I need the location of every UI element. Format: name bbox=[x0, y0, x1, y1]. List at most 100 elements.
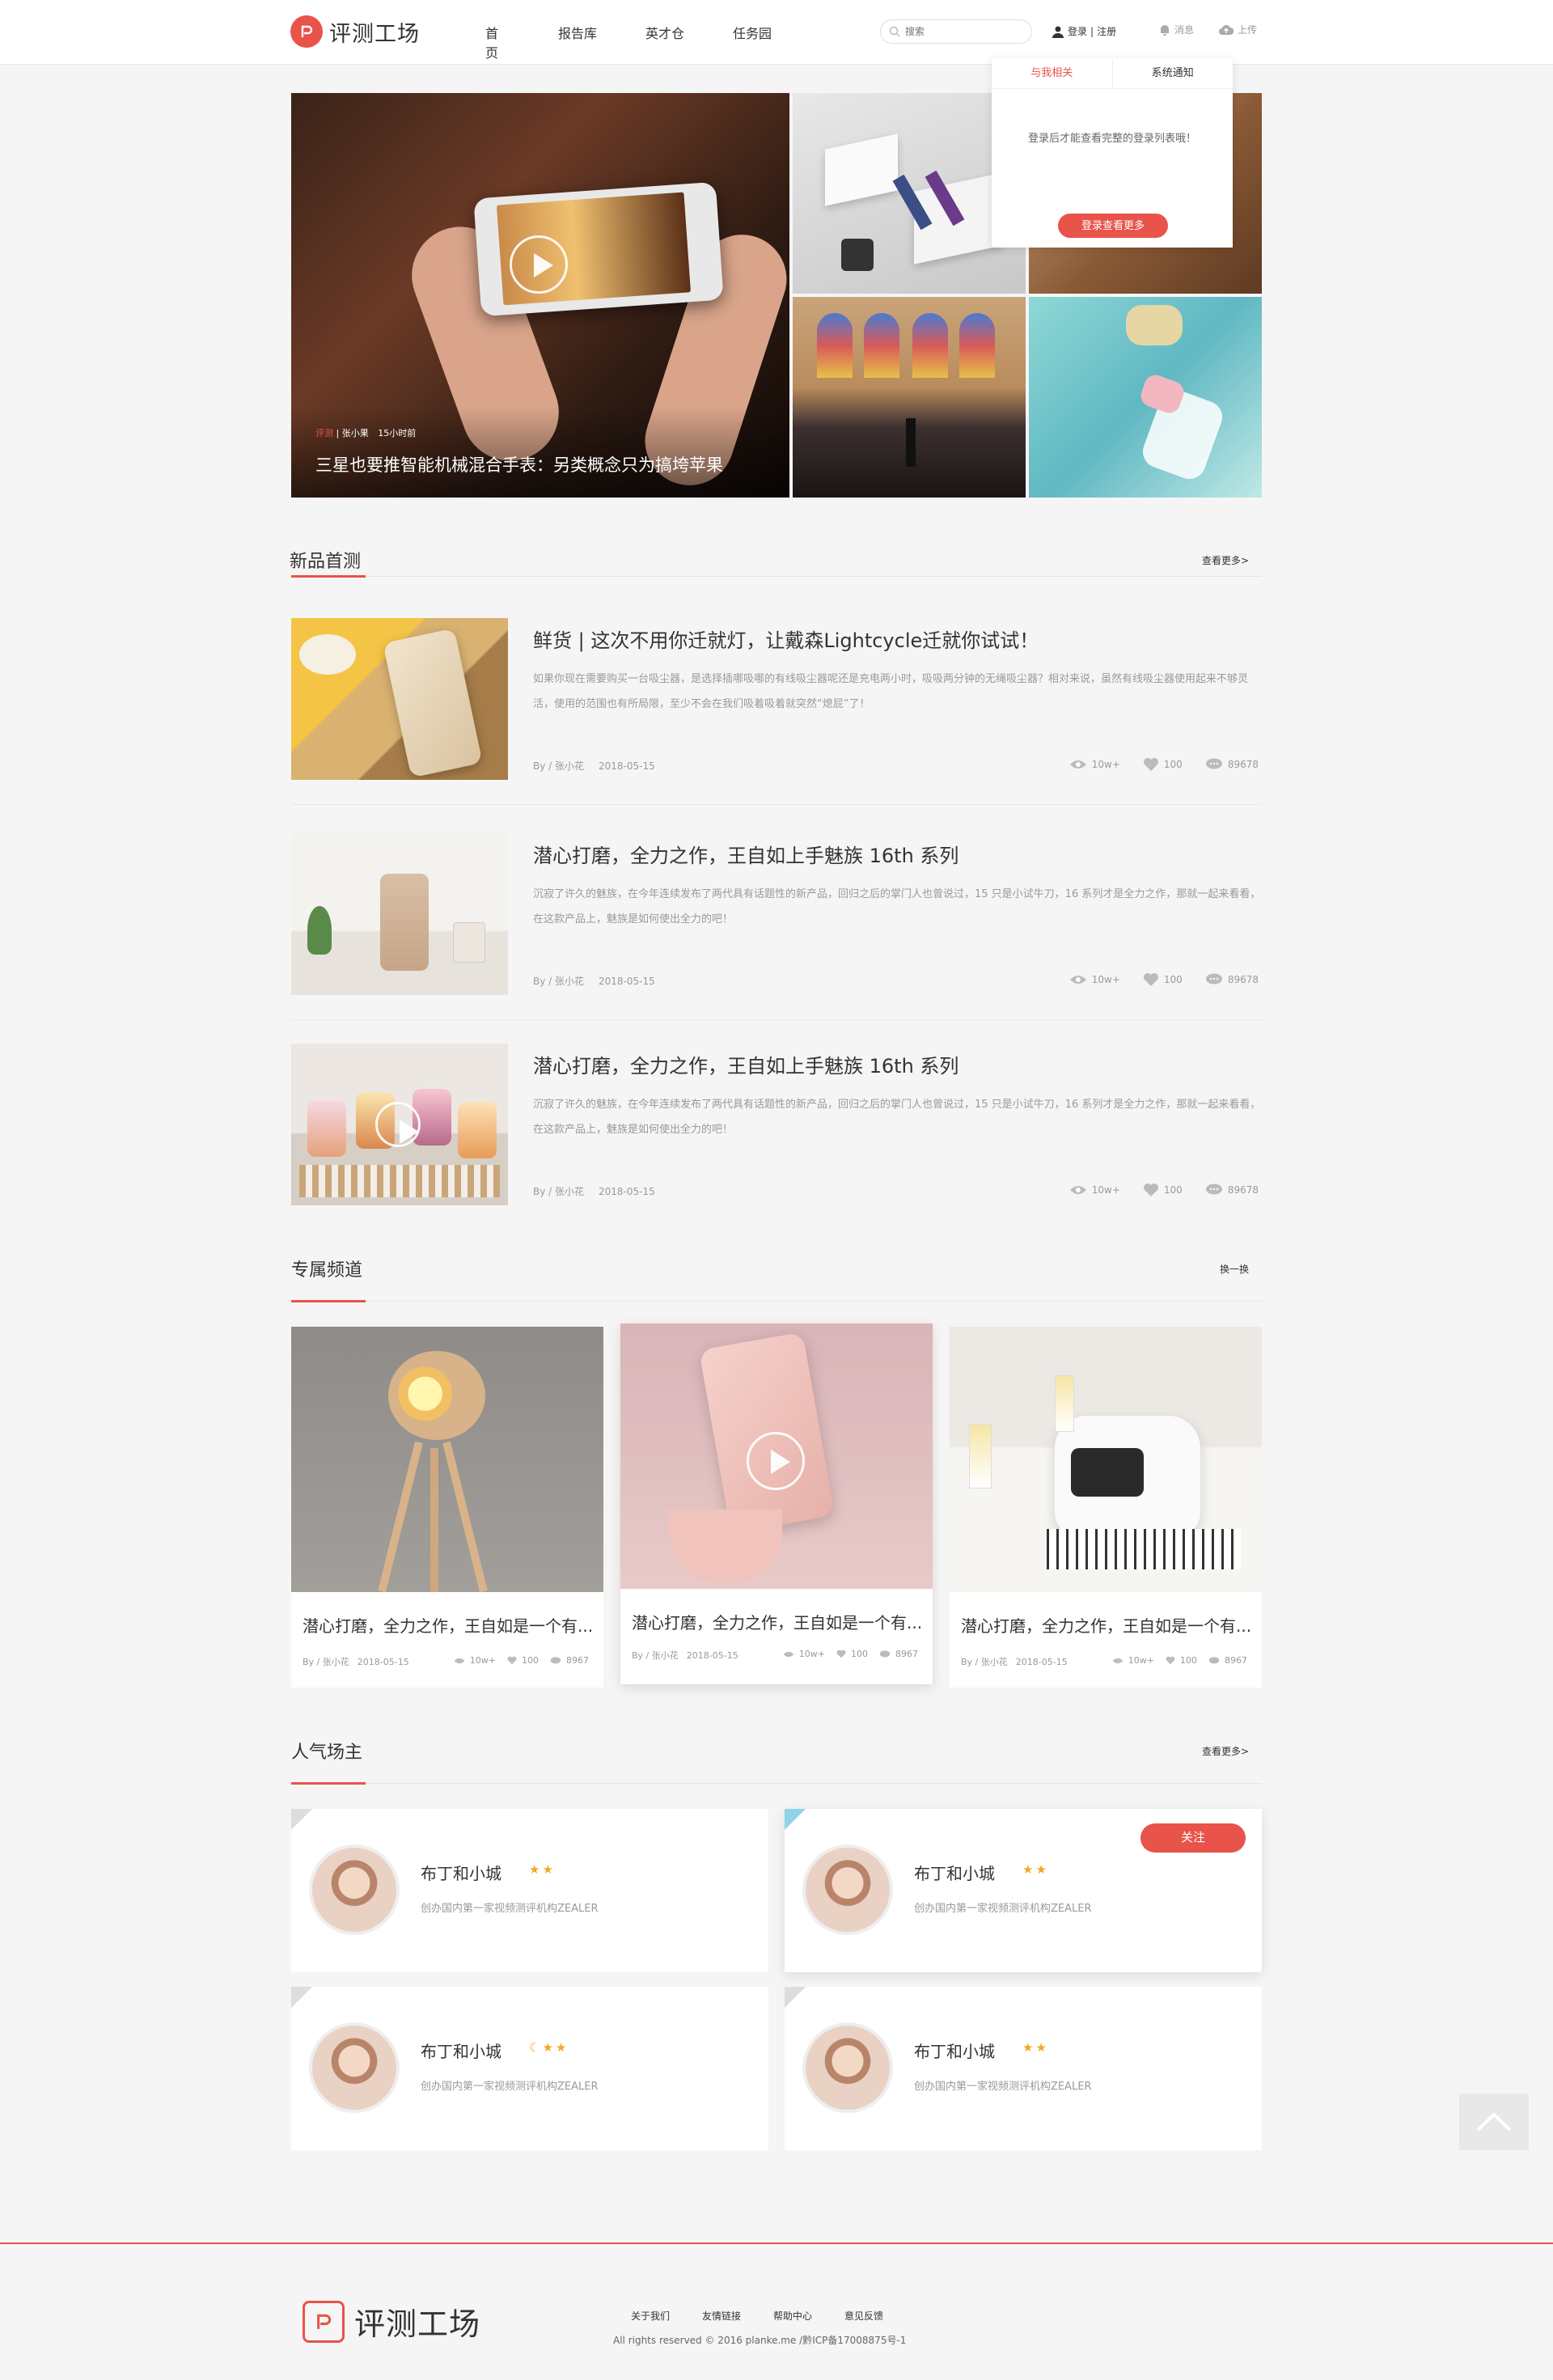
avatar[interactable] bbox=[309, 1844, 400, 1935]
article-thumbnail[interactable] bbox=[291, 1044, 508, 1205]
footer-logo[interactable]: 评测工场 bbox=[303, 2299, 480, 2344]
comments-stat[interactable]: 8967 bbox=[550, 1655, 589, 1666]
channel-card[interactable]: 潜心打磨，全力之作，王自如是一个有... By / 张小花 2018-05-15 … bbox=[291, 1327, 603, 1688]
host-name[interactable]: 布丁和小城 bbox=[914, 1861, 995, 1884]
nav-tasks[interactable]: 任务园 bbox=[733, 23, 772, 42]
host-card[interactable]: 布丁和小城 ★★ 创办国内第一家视频测评机构ZEALER bbox=[785, 1987, 1262, 2150]
new-products-more-link[interactable]: 查看更多> bbox=[1202, 553, 1249, 567]
avatar[interactable] bbox=[802, 1844, 893, 1935]
channel-card[interactable]: 潜心打磨，全力之作，王自如是一个有... By / 张小花 2018-05-15 … bbox=[620, 1323, 933, 1684]
channel-card[interactable]: 潜心打磨，全力之作，王自如是一个有... By / 张小花 2018-05-15 … bbox=[950, 1327, 1262, 1688]
thumb-thermos bbox=[380, 874, 429, 971]
article-thumbnail[interactable] bbox=[291, 833, 508, 995]
article-desc: 如果你现在需要购买一台吸尘器，是选择插哪吸哪的有线吸尘器呢还是充电两小时，吸吸两… bbox=[533, 673, 1249, 710]
hosts-more-link[interactable]: 查看更多> bbox=[1202, 1744, 1249, 1758]
likes-stat[interactable]: 100 bbox=[836, 1649, 868, 1659]
likes-stat[interactable]: 100 bbox=[1143, 757, 1183, 772]
hero-tag[interactable]: 评测 bbox=[315, 428, 333, 438]
views-count: 10w+ bbox=[798, 1649, 825, 1659]
footer-link-feedback[interactable]: 意见反馈 bbox=[844, 2309, 883, 2323]
site-footer: 评测工场 关于我们 友情链接 帮助中心 意见反馈 All rights rese… bbox=[0, 2242, 1553, 2380]
host-name[interactable]: 布丁和小城 bbox=[421, 2039, 501, 2062]
views-count: 10w+ bbox=[1091, 759, 1120, 770]
article-item[interactable]: 潜心打磨，全力之作，王自如上手魅族 16th 系列 沉寂了许久的魅族，在今年连续… bbox=[291, 1044, 1262, 1222]
article-title[interactable]: 鲜货 | 这次不用你迁就灯，让戴森Lightcycle迁就你试试！ bbox=[533, 625, 1039, 653]
hero-tile-keynote[interactable] bbox=[793, 297, 1026, 498]
channel-card-image[interactable] bbox=[620, 1323, 933, 1589]
follow-button[interactable]: 关注 bbox=[1140, 1823, 1246, 1853]
nav-talents[interactable]: 英才仓 bbox=[645, 23, 684, 42]
card-date: 2018-05-15 bbox=[357, 1657, 409, 1667]
play-icon[interactable] bbox=[510, 235, 568, 294]
hero-title[interactable]: 三星也要推智能机械混合手表：另类概念只为搞垮苹果 bbox=[315, 452, 723, 476]
comments-stat[interactable]: 8967 bbox=[1208, 1655, 1247, 1666]
tile-watch-face bbox=[841, 239, 874, 271]
channels-refresh-link[interactable]: 换一换 bbox=[1220, 1262, 1249, 1276]
search-box[interactable] bbox=[880, 19, 1032, 44]
card-date: 2018-05-15 bbox=[686, 1650, 738, 1661]
search-input[interactable] bbox=[905, 23, 1018, 40]
comments-count: 8967 bbox=[895, 1649, 918, 1659]
tab-related-to-me[interactable]: 与我相关 bbox=[992, 58, 1113, 88]
host-name[interactable]: 布丁和小城 bbox=[421, 1861, 501, 1884]
channel-card-image[interactable] bbox=[950, 1327, 1262, 1592]
footer-links: 关于我们 友情链接 帮助中心 意见反馈 bbox=[631, 2309, 883, 2323]
likes-stat[interactable]: 100 bbox=[507, 1655, 539, 1666]
comments-stat[interactable]: 89678 bbox=[1205, 757, 1259, 772]
nav-home[interactable]: 首页 bbox=[485, 23, 498, 61]
register-link[interactable]: 注册 bbox=[1097, 24, 1116, 38]
likes-stat[interactable]: 100 bbox=[1166, 1655, 1197, 1666]
channel-card-title[interactable]: 潜心打磨，全力之作，王自如是一个有... bbox=[632, 1610, 922, 1633]
login-view-more-button[interactable]: 登录查看更多 bbox=[1058, 214, 1168, 238]
play-icon[interactable] bbox=[375, 1102, 421, 1147]
hero-featured-article[interactable]: 评测 | 张小果 15小时前 三星也要推智能机械混合手表：另类概念只为搞垮苹果 bbox=[291, 93, 789, 498]
play-icon[interactable] bbox=[747, 1432, 805, 1490]
heart-icon bbox=[1166, 1656, 1175, 1665]
views-count: 10w+ bbox=[469, 1655, 496, 1666]
hero-tile-bottle[interactable] bbox=[1029, 297, 1262, 498]
host-card-corner bbox=[291, 1987, 312, 2008]
footer-link-friends[interactable]: 友情链接 bbox=[702, 2309, 741, 2323]
back-to-top-button[interactable] bbox=[1459, 2094, 1529, 2150]
channel-card-title[interactable]: 潜心打磨，全力之作，王自如是一个有... bbox=[961, 1613, 1251, 1637]
hero-tile-watches[interactable] bbox=[793, 93, 1026, 294]
comments-stat[interactable]: 89678 bbox=[1205, 1183, 1259, 1197]
login-link[interactable]: 登录 bbox=[1068, 24, 1087, 38]
heart-icon bbox=[1143, 973, 1158, 986]
article-title[interactable]: 潜心打磨，全力之作，王自如上手魅族 16th 系列 bbox=[533, 1050, 958, 1078]
section-title-channels: 专属频道 bbox=[291, 1260, 363, 1281]
likes-stat[interactable]: 100 bbox=[1143, 1183, 1183, 1197]
footer-link-about[interactable]: 关于我们 bbox=[631, 2309, 670, 2323]
article-item[interactable]: 潜心打磨，全力之作，王自如上手魅族 16th 系列 沉寂了许久的魅族，在今年连续… bbox=[291, 833, 1262, 1011]
avatar[interactable] bbox=[309, 2022, 400, 2113]
avatar[interactable] bbox=[802, 2022, 893, 2113]
upload-button[interactable]: 上传 bbox=[1218, 23, 1257, 36]
host-name[interactable]: 布丁和小城 bbox=[914, 2039, 995, 2062]
channel-card-image[interactable] bbox=[291, 1327, 603, 1592]
comment-icon bbox=[1205, 1184, 1222, 1195]
article-title[interactable]: 潜心打磨，全力之作，王自如上手魅族 16th 系列 bbox=[533, 840, 958, 868]
channel-card-stats: 10w+ 100 8967 bbox=[783, 1649, 918, 1659]
hero-time: 15小时前 bbox=[378, 428, 417, 438]
host-card[interactable]: 布丁和小城 ★★ 创办国内第一家视频测评机构ZEALER 关注 bbox=[785, 1809, 1262, 1972]
site-logo[interactable]: 评测工场 bbox=[290, 15, 420, 48]
host-card[interactable]: 布丁和小城 ★★ 创办国内第一家视频测评机构ZEALER bbox=[291, 1809, 768, 1972]
host-card[interactable]: 布丁和小城 ☾★★ 创办国内第一家视频测评机构ZEALER bbox=[291, 1987, 768, 2150]
likes-stat[interactable]: 100 bbox=[1143, 972, 1183, 987]
section-title-popular-hosts: 人气场主 bbox=[291, 1743, 363, 1763]
messages-button[interactable]: 消息 bbox=[1158, 23, 1194, 36]
views-stat: 10w+ bbox=[1069, 757, 1120, 772]
footer-link-help[interactable]: 帮助中心 bbox=[773, 2309, 812, 2323]
channel-card-title[interactable]: 潜心打磨，全力之作，王自如是一个有... bbox=[303, 1613, 593, 1637]
article-thumbnail[interactable] bbox=[291, 618, 508, 780]
chevron-up-icon bbox=[1476, 2112, 1512, 2132]
top-header: 评测工场 首页 报告库 英才仓 任务园 登录 | 注册 消息 上传 bbox=[0, 0, 1553, 65]
tab-system-notice[interactable]: 系统通知 bbox=[1113, 58, 1234, 88]
comments-stat[interactable]: 89678 bbox=[1205, 972, 1259, 987]
card-author: By / 张小花 bbox=[961, 1657, 1008, 1667]
nav-reports[interactable]: 报告库 bbox=[558, 23, 597, 42]
comments-stat[interactable]: 8967 bbox=[879, 1649, 918, 1659]
card-glass bbox=[969, 1424, 992, 1489]
login-separator: | bbox=[1090, 25, 1094, 37]
article-item[interactable]: 鲜货 | 这次不用你迁就灯，让戴森Lightcycle迁就你试试！ 如果你现在需… bbox=[291, 618, 1262, 796]
